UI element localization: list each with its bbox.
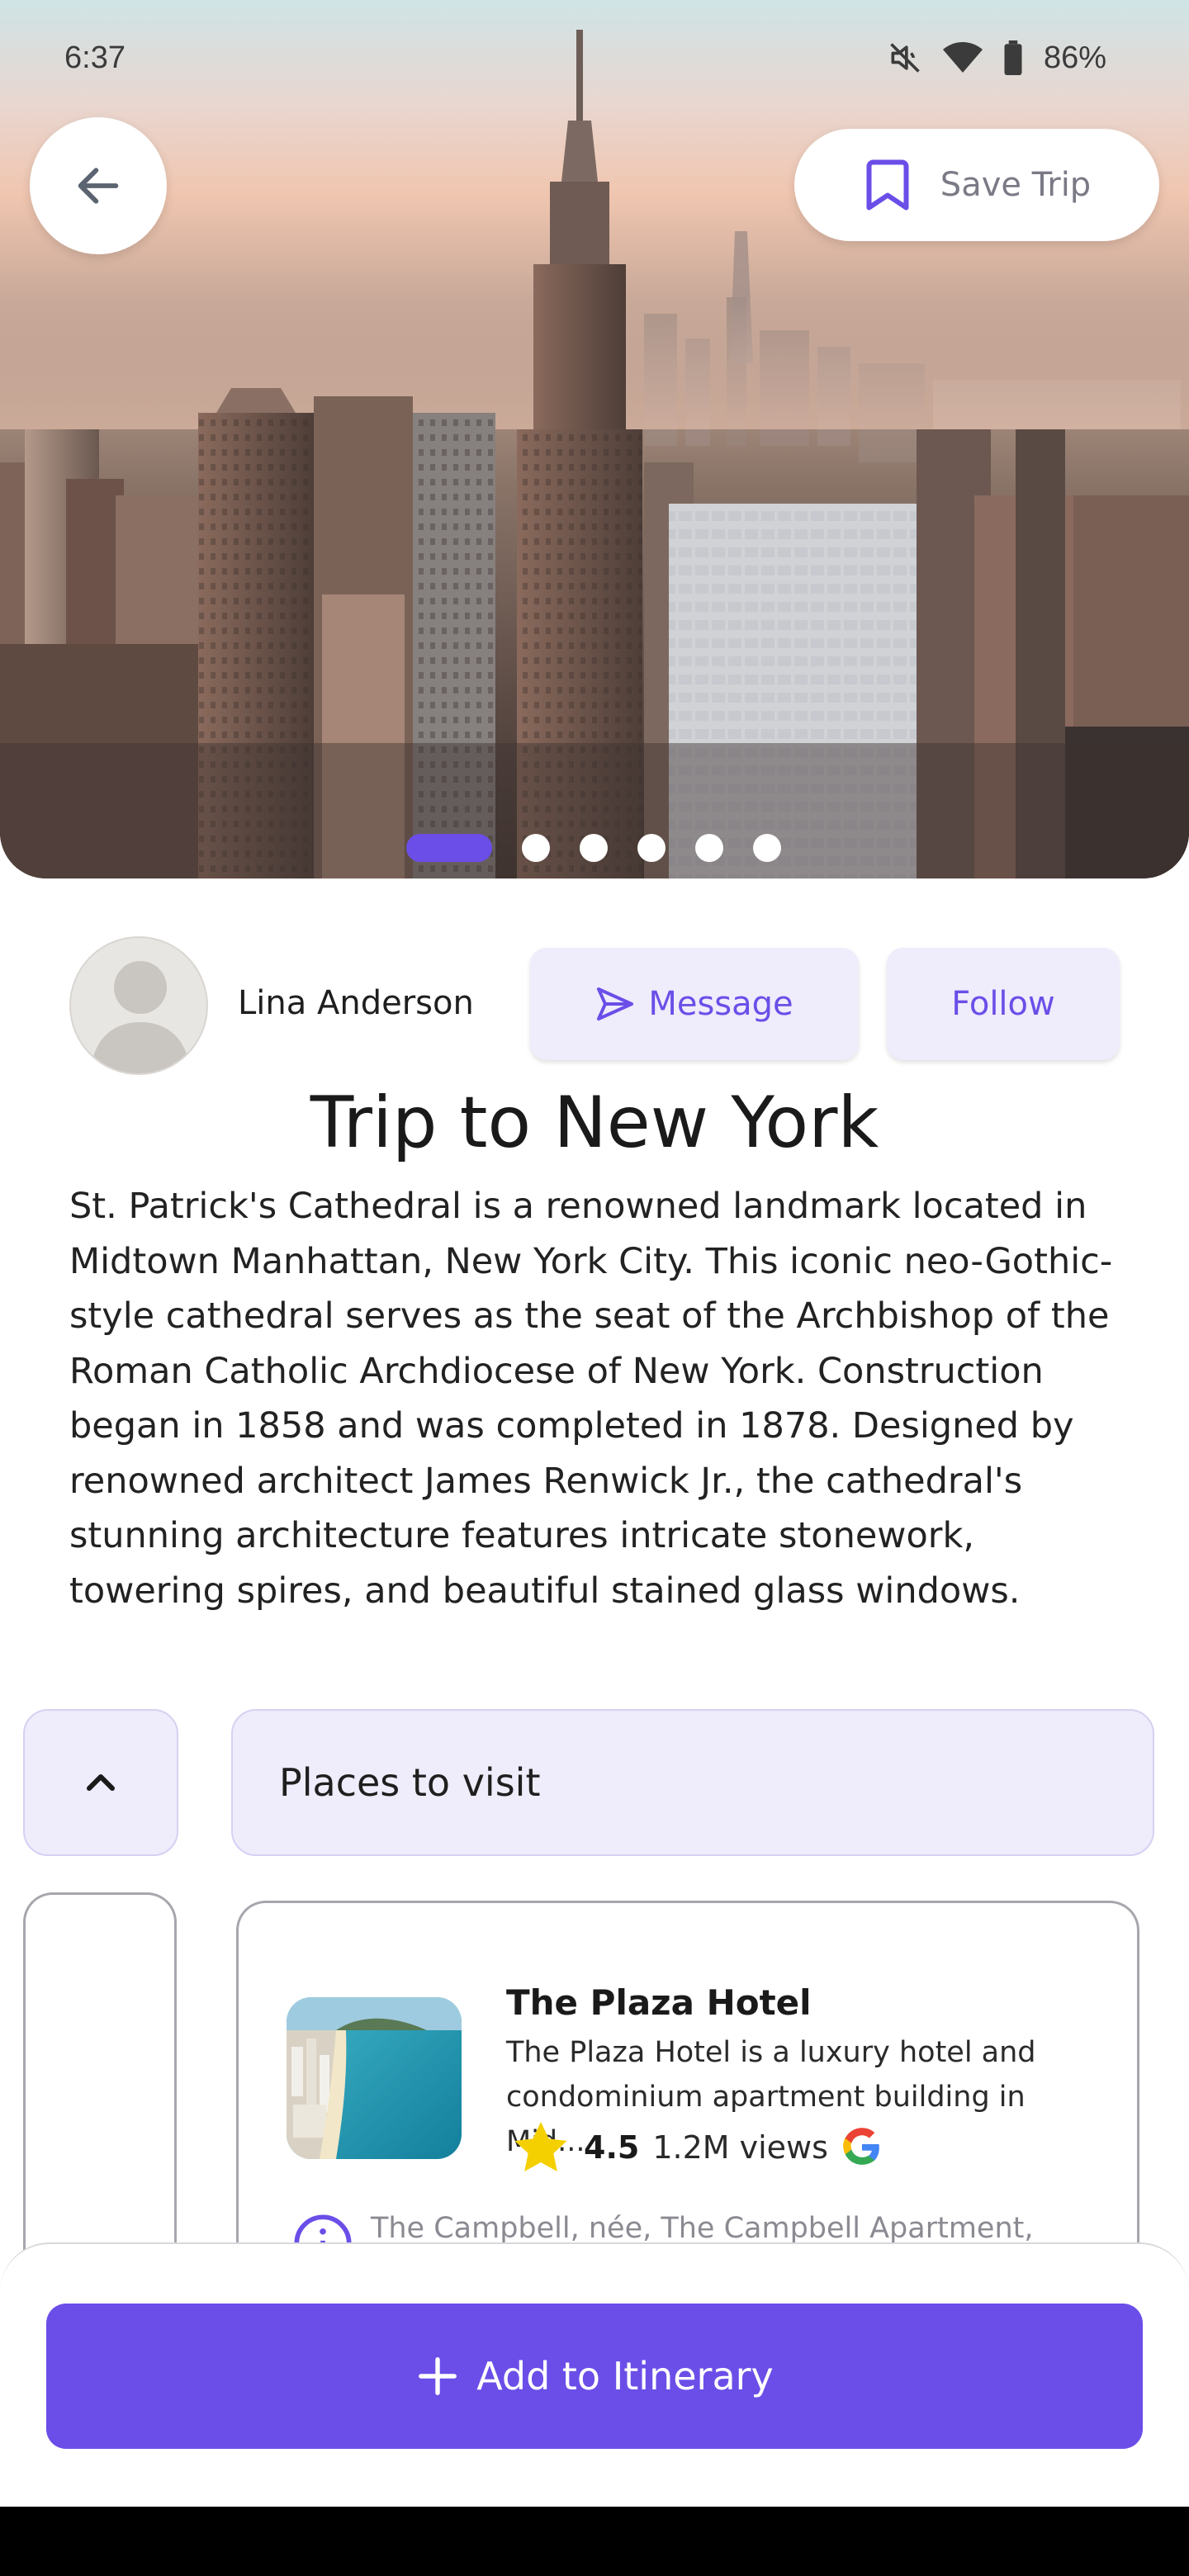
carousel-dot[interactable]: [580, 834, 608, 862]
author-avatar[interactable]: [69, 936, 208, 1075]
hero-image-carousel[interactable]: 6:37 86% Save Trip: [0, 0, 1189, 878]
carousel-dot[interactable]: [695, 834, 723, 862]
carousel-dot[interactable]: [753, 834, 781, 862]
trip-description: St. Patrick's Cathedral is a renowned la…: [69, 1186, 1113, 1612]
place-thumbnail: [287, 1997, 462, 2159]
places-to-visit-header[interactable]: Places to visit: [231, 1709, 1154, 1856]
wifi-icon: [942, 42, 983, 73]
system-navigation-bar: [0, 2507, 1189, 2576]
status-bar: 6:37 86%: [0, 0, 1189, 116]
home-gesture-handle[interactable]: [439, 2485, 751, 2495]
message-label: Message: [648, 985, 793, 1023]
carousel-indicator: [406, 834, 781, 862]
carousel-dot[interactable]: [522, 834, 550, 862]
place-rating: 4.5: [584, 2129, 640, 2166]
mute-icon: [890, 43, 920, 73]
battery-icon: [1004, 40, 1022, 75]
collapse-places-button[interactable]: [23, 1709, 178, 1856]
follow-button[interactable]: Follow: [887, 948, 1120, 1060]
person-placeholder-icon: [91, 961, 190, 1073]
google-logo-icon: [843, 2128, 879, 2165]
arrow-left-icon: [78, 168, 119, 204]
star-icon: [514, 2121, 567, 2171]
place-meta: 4.5 1.2M views: [511, 2119, 883, 2176]
trip-title: Trip to New York: [310, 1082, 879, 1164]
battery-percent: 86%: [1043, 40, 1106, 75]
back-button[interactable]: [30, 117, 167, 254]
place-name: The Plaza Hotel: [506, 1982, 812, 2023]
plus-icon: [419, 2357, 457, 2395]
carousel-dot-active[interactable]: [406, 834, 492, 862]
author-name[interactable]: Lina Anderson: [238, 984, 474, 1022]
bookmark-icon: [866, 159, 909, 211]
carousel-dot[interactable]: [637, 834, 666, 862]
message-button[interactable]: Message: [530, 948, 859, 1060]
chevron-up-icon: [87, 1774, 115, 1791]
add-to-itinerary-label: Add to Itinerary: [476, 2354, 774, 2398]
places-header-label: Places to visit: [279, 1760, 541, 1805]
status-time: 6:37: [64, 40, 126, 75]
send-icon: [597, 987, 634, 1020]
add-to-itinerary-button[interactable]: Add to Itinerary: [46, 2304, 1143, 2449]
follow-label: Follow: [951, 985, 1055, 1023]
place-info-text: The Campbell, née, The Campbell Apartmen…: [371, 2212, 1034, 2245]
save-trip-button[interactable]: Save Trip: [794, 129, 1159, 241]
place-views: 1.2M views: [652, 2129, 828, 2166]
save-trip-label: Save Trip: [940, 166, 1092, 204]
